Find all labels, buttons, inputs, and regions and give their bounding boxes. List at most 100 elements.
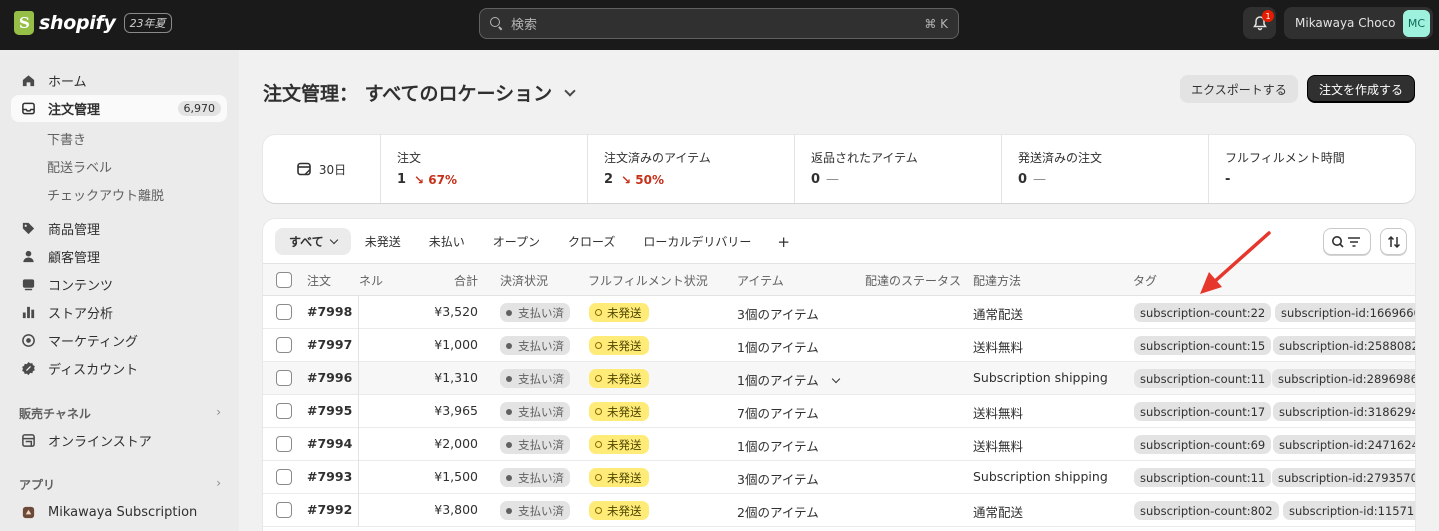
sidebar-item-orders[interactable]: 注文管理 6,970 — [11, 95, 227, 122]
tag-chip: subscription-count:17 — [1134, 402, 1272, 421]
table-row[interactable]: #7995 ¥3,965 支払い済 未発送 7個のアイテム 送料無料 subsc… — [263, 395, 1415, 428]
item-count[interactable]: 7個のアイテム — [737, 403, 819, 422]
chevron-right-icon: › — [216, 405, 221, 419]
fulfillment-status-badge: 未発送 — [589, 303, 649, 322]
sidebar-item-products[interactable]: 商品管理 — [11, 215, 227, 242]
add-view-button[interactable]: + — [765, 228, 802, 255]
tab-all[interactable]: すべて — [275, 228, 351, 255]
order-number[interactable]: #7997 — [307, 337, 352, 352]
order-number[interactable]: #7993 — [307, 469, 352, 484]
header-items[interactable]: アイテム — [737, 272, 784, 289]
select-all-checkbox[interactable] — [276, 272, 292, 288]
stat-fulfilled-orders[interactable]: 発送済みの注文 0 — — [1002, 135, 1209, 203]
column-divider — [358, 461, 359, 494]
order-number[interactable]: #7996 — [307, 370, 352, 385]
shopify-logo[interactable]: shopify 23年夏 — [14, 11, 172, 35]
item-count: 1個のアイテム — [737, 373, 819, 388]
sidebar-item-mikawaya-subscription[interactable]: Mikawaya Subscription — [11, 499, 227, 526]
row-checkbox[interactable] — [276, 370, 292, 386]
trend-down-label: ↘ 50% — [621, 172, 665, 187]
item-count[interactable]: 1個のアイテム — [737, 436, 819, 455]
stat-ordered-items[interactable]: 注文済みのアイテム 2 ↘ 50% — [588, 135, 795, 203]
stat-label: フルフィルメント時間 — [1225, 151, 1345, 165]
status-dot-icon — [506, 441, 512, 448]
shopify-bag-icon — [14, 11, 34, 35]
row-checkbox[interactable] — [276, 337, 292, 353]
notifications-button[interactable]: 1 — [1243, 7, 1276, 39]
row-checkbox[interactable] — [276, 436, 292, 452]
column-divider — [358, 362, 359, 395]
search-filter-button[interactable] — [1323, 228, 1371, 255]
page-title[interactable]: 注文管理： すべてのロケーション — [263, 79, 576, 106]
table-row[interactable]: #7996 ¥1,310 支払い済 未発送 1個のアイテム Subscripti… — [263, 362, 1415, 395]
table-row[interactable]: #7997 ¥1,000 支払い済 未発送 1個のアイテム 送料無料 subsc… — [263, 329, 1415, 362]
sidebar-item-analytics[interactable]: ストア分析 — [11, 299, 227, 326]
row-checkbox[interactable] — [276, 502, 292, 518]
sidebar-item-drafts[interactable]: 下書き — [47, 129, 86, 148]
column-divider — [358, 428, 359, 461]
sidebar-item-home[interactable]: ホーム — [11, 67, 227, 94]
sidebar-item-label: Mikawaya Subscription — [48, 505, 198, 520]
row-checkbox[interactable] — [276, 403, 292, 419]
sidebar-item-content[interactable]: コンテンツ — [11, 271, 227, 298]
sidebar-item-abandoned-checkouts[interactable]: チェックアウト離脱 — [47, 185, 164, 204]
row-checkbox[interactable] — [276, 469, 292, 485]
sidebar-item-customers[interactable]: 顧客管理 — [11, 243, 227, 270]
tab-closed[interactable]: クローズ — [554, 228, 629, 255]
status-dot-icon — [506, 342, 512, 349]
table-row[interactable]: #7998 ¥3,520 支払い済 未発送 3個のアイテム 通常配送 subsc… — [263, 296, 1415, 329]
table-row[interactable]: #7992 ¥3,800 支払い済 未発送 2個のアイテム 通常配送 subsc… — [263, 494, 1415, 527]
account-menu[interactable]: Mikawaya Choco MC — [1284, 7, 1433, 39]
period-selector[interactable]: 30日 — [263, 135, 381, 203]
sidebar-item-discounts[interactable]: ディスカウント — [11, 355, 227, 382]
apps-header[interactable]: アプリ › — [19, 476, 221, 493]
sidebar-item-marketing[interactable]: マーケティング — [11, 327, 227, 354]
sort-button[interactable] — [1380, 228, 1407, 255]
calendar-icon — [297, 162, 311, 176]
order-number[interactable]: #7995 — [307, 403, 352, 418]
order-number[interactable]: #7994 — [307, 436, 352, 451]
item-count-dropdown[interactable]: 1個のアイテム — [737, 370, 840, 389]
stat-fulfillment-time[interactable]: フルフィルメント時間 - — [1209, 135, 1415, 203]
order-number[interactable]: #7992 — [307, 502, 352, 517]
header-fulfillment-status[interactable]: フルフィルメント状況 — [588, 272, 708, 289]
create-order-button[interactable]: 注文を作成する — [1307, 75, 1415, 103]
status-ring-icon — [595, 441, 602, 448]
status-dot-icon — [506, 474, 512, 481]
header-total[interactable]: 合計 — [454, 272, 478, 289]
payment-status-badge: 支払い済 — [500, 435, 570, 454]
table-row[interactable]: #7993 ¥1,500 支払い済 未発送 3個のアイテム Subscripti… — [263, 461, 1415, 494]
row-checkbox[interactable] — [276, 304, 292, 320]
tab-unfulfilled[interactable]: 未発送 — [351, 228, 415, 255]
header-delivery-status[interactable]: 配達のステータス — [865, 272, 961, 289]
tab-open[interactable]: オープン — [479, 228, 554, 255]
sales-channels-header[interactable]: 販売チャネル › — [19, 405, 221, 422]
tab-local-delivery[interactable]: ローカルデリバリー — [629, 228, 765, 255]
chevron-down-icon — [329, 235, 338, 244]
tag-chip: subscription-count:11 — [1134, 468, 1272, 487]
header-order[interactable]: 注文 — [307, 272, 331, 289]
sidebar-item-label: マーケティング — [48, 335, 138, 350]
header-channel[interactable]: ネル — [359, 272, 383, 289]
header-payment-status[interactable]: 決済状況 — [500, 272, 548, 289]
stat-orders[interactable]: 注文 1 ↘ 67% — [381, 135, 588, 203]
order-number[interactable]: #7998 — [307, 304, 352, 319]
header-tags[interactable]: タグ — [1133, 272, 1157, 289]
delivery-method: Subscription shipping — [973, 469, 1108, 484]
tab-unpaid[interactable]: 未払い — [415, 228, 479, 255]
header-delivery-method[interactable]: 配達方法 — [973, 272, 1021, 289]
stat-returned-items[interactable]: 返品されたアイテム 0 — — [795, 135, 1002, 203]
search-icon — [490, 17, 503, 30]
item-count[interactable]: 2個のアイテム — [737, 502, 819, 521]
table-row[interactable]: #7994 ¥2,000 支払い済 未発送 1個のアイテム 送料無料 subsc… — [263, 428, 1415, 461]
item-count[interactable]: 1個のアイテム — [737, 337, 819, 356]
search-input[interactable]: 検索 ⌘ K — [479, 8, 959, 39]
delivery-method: 送料無料 — [973, 406, 1024, 421]
column-divider — [358, 494, 359, 527]
item-count[interactable]: 3個のアイテム — [737, 469, 819, 488]
sidebar-item-shipping-labels[interactable]: 配送ラベル — [47, 157, 112, 176]
sidebar-item-online-store[interactable]: オンラインストア — [11, 427, 227, 454]
item-count[interactable]: 3個のアイテム — [737, 304, 819, 323]
payment-status-badge: 支払い済 — [500, 501, 570, 520]
export-button[interactable]: エクスポートする — [1180, 75, 1298, 103]
